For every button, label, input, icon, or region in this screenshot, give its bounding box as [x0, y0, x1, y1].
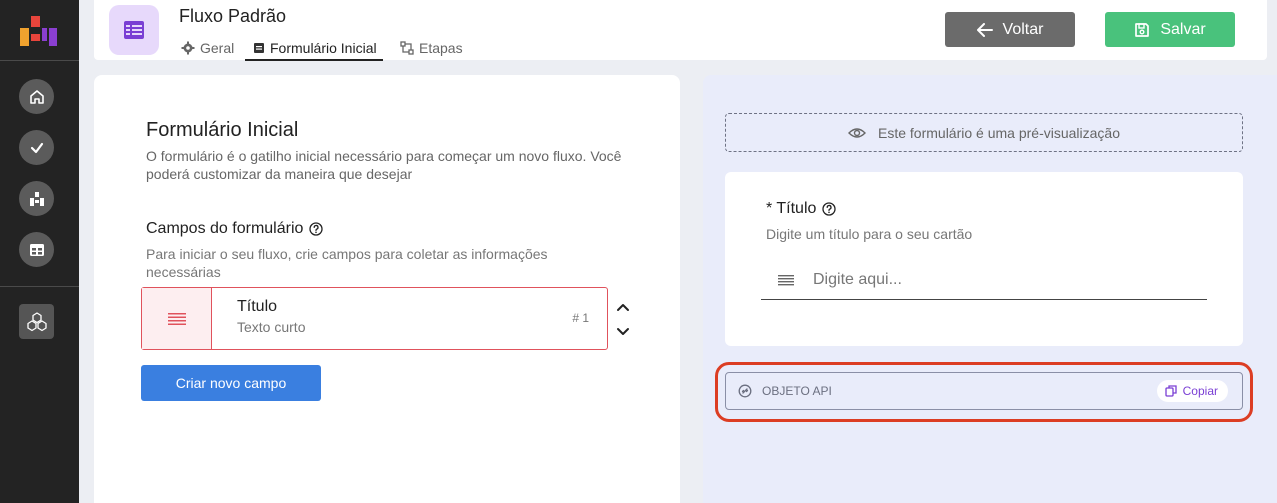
tab-label: Formulário Inicial: [270, 40, 377, 56]
document-icon: [254, 43, 264, 53]
flow-icon: [29, 191, 44, 206]
preview-field-description: Digite um título para o seu cartão: [766, 226, 973, 242]
cubes-icon: [26, 311, 47, 331]
help-icon[interactable]: [822, 202, 837, 216]
preview-field-card: * Título Digite um título para o seu car…: [725, 172, 1243, 346]
back-button-label: Voltar: [1002, 20, 1044, 38]
save-button-label: Salvar: [1160, 20, 1206, 38]
tab-geral[interactable]: Geral: [181, 37, 234, 59]
workflow-icon: [400, 41, 414, 55]
preview-title-input[interactable]: Digite aqui...: [761, 260, 1207, 300]
fields-title: Campos do formulário: [146, 220, 324, 238]
preview-field-title-text: * Título: [766, 200, 817, 217]
create-field-button[interactable]: Criar novo campo: [141, 365, 321, 401]
preview-input-placeholder: Digite aqui...: [813, 270, 902, 288]
tab-label: Geral: [200, 40, 235, 56]
list-icon: [124, 21, 144, 39]
sidebar-divider: [0, 60, 79, 61]
field-type: Texto curto: [237, 319, 306, 335]
sidebar-item-integrations[interactable]: [19, 304, 54, 339]
help-icon[interactable]: [309, 222, 324, 236]
check-icon: [30, 142, 43, 153]
form-title: Formulário Inicial: [146, 119, 299, 141]
sidebar-item-flows[interactable]: [19, 181, 54, 216]
chevron-down-icon: [617, 328, 629, 335]
save-button[interactable]: Salvar: [1105, 12, 1235, 47]
home-icon: [29, 89, 44, 104]
text-lines-icon: [167, 312, 186, 325]
fields-description: Para iniciar o seu fluxo, crie campos pa…: [146, 246, 548, 280]
reorder-arrows: [617, 304, 629, 335]
preview-panel: Este formulário é uma pré-visualização *…: [703, 75, 1277, 503]
preview-notice-text: Este formulário é uma pré-visualização: [878, 124, 1120, 141]
floppy-disk-icon: [1135, 22, 1150, 37]
back-button[interactable]: Voltar: [945, 12, 1075, 47]
chevron-up-icon: [617, 304, 629, 311]
preview-notice: Este formulário é uma pré-visualização: [725, 113, 1243, 152]
table-icon: [29, 243, 44, 256]
page-title: Fluxo Padrão: [179, 6, 287, 26]
app-logo[interactable]: [18, 14, 58, 48]
field-name: Título: [237, 298, 278, 315]
tab-etapas[interactable]: Etapas: [400, 37, 463, 59]
fields-title-label: Campos do formulário: [146, 220, 304, 237]
field-type-icon-box: [142, 288, 212, 349]
highlight-annotation: [715, 362, 1253, 422]
tab-formulario-inicial[interactable]: Formulário Inicial: [245, 37, 383, 61]
sidebar-divider: [0, 286, 79, 287]
gear-icon: [181, 41, 195, 55]
arrow-left-icon: [976, 22, 993, 37]
form-builder-panel: Formulário Inicial O formulário é o gati…: [94, 75, 680, 503]
form-description: O formulário é o gatilho inicial necessá…: [146, 148, 622, 182]
preview-field-title: * Título: [766, 200, 837, 218]
form-field-card[interactable]: Título Texto curto # 1: [141, 287, 608, 350]
tab-label: Etapas: [419, 40, 463, 56]
sidebar-item-tasks[interactable]: [19, 130, 54, 165]
text-lines-icon: [778, 274, 794, 285]
page-header: Fluxo Padrão Geral Formulário Inicial Et…: [94, 0, 1267, 61]
sidebar-item-home[interactable]: [19, 79, 54, 114]
eye-icon: [848, 127, 866, 138]
flow-type-icon: [109, 5, 159, 55]
sidebar: [0, 0, 79, 503]
field-number: # 1: [572, 311, 589, 325]
sidebar-item-tables[interactable]: [19, 232, 54, 267]
